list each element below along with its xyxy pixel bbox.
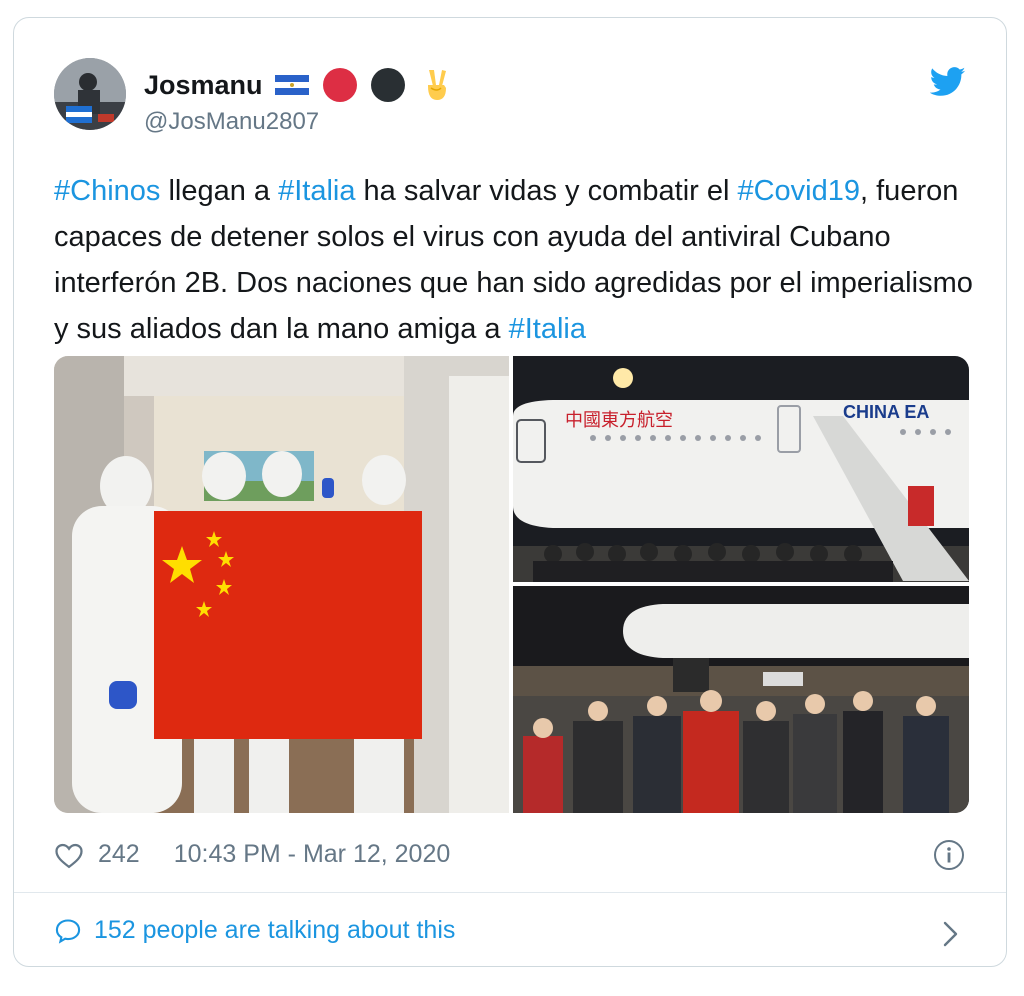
tweet-text-segment: ha salvar vidas y combatir el [355, 175, 738, 207]
photo-group-tarmac[interactable] [513, 586, 969, 813]
divider [14, 892, 1006, 893]
victory-hand-emoji [427, 70, 446, 100]
hashtag-link[interactable]: #Covid19 [737, 175, 860, 207]
photo-group-tarmac-image [513, 586, 969, 813]
tweet-timestamp[interactable]: 10:43 PM - Mar 12, 2020 [174, 840, 451, 869]
airline-chinese-text: 中國東方航空 [565, 410, 673, 431]
speech-bubble-icon [55, 918, 81, 944]
heart-outline-icon[interactable] [54, 841, 84, 869]
black-circle-emoji [370, 68, 405, 102]
like-count[interactable]: 242 [98, 840, 140, 869]
photo-flag-doorway[interactable] [54, 356, 509, 813]
conversation-link[interactable]: 152 people are talking about this [54, 916, 455, 945]
hashtag-link[interactable]: #Chinos [54, 175, 160, 207]
user-handle[interactable]: @JosManu2807 [144, 108, 319, 136]
avatar[interactable] [54, 58, 126, 130]
flag-nicaragua-emoji [274, 75, 309, 95]
avatar-image [54, 58, 126, 130]
info-circle-icon[interactable] [932, 838, 966, 872]
name-row: Josmanu [144, 66, 455, 104]
display-name[interactable]: Josmanu [144, 70, 263, 101]
tweet-meta: 242 10:43 PM - Mar 12, 2020 [54, 840, 450, 869]
photo-flag-doorway-image [54, 356, 509, 813]
hashtag-link[interactable]: #Italia [509, 313, 586, 345]
tweet-card[interactable]: Josmanu @JosManu2807 #Chinos llegan a #I… [13, 17, 1007, 967]
photo-aircraft-arrival-image: 中國東方航空 CHINA EA [513, 356, 969, 582]
chevron-right-icon[interactable] [942, 920, 960, 948]
airline-english-text: CHINA EA [843, 402, 929, 422]
tweet-text-segment: llegan a [160, 175, 279, 207]
twitter-bird-icon[interactable] [930, 66, 966, 98]
hashtag-link[interactable]: #Italia [278, 175, 355, 207]
conversation-label[interactable]: 152 people are talking about this [94, 916, 455, 945]
red-circle-emoji [322, 68, 357, 102]
photo-aircraft-arrival[interactable]: 中國東方航空 CHINA EA [513, 356, 969, 582]
media-grid[interactable]: 中國東方航空 CHINA EA [54, 356, 969, 813]
tweet-text: #Chinos llegan a #Italia ha salvar vidas… [54, 168, 974, 352]
